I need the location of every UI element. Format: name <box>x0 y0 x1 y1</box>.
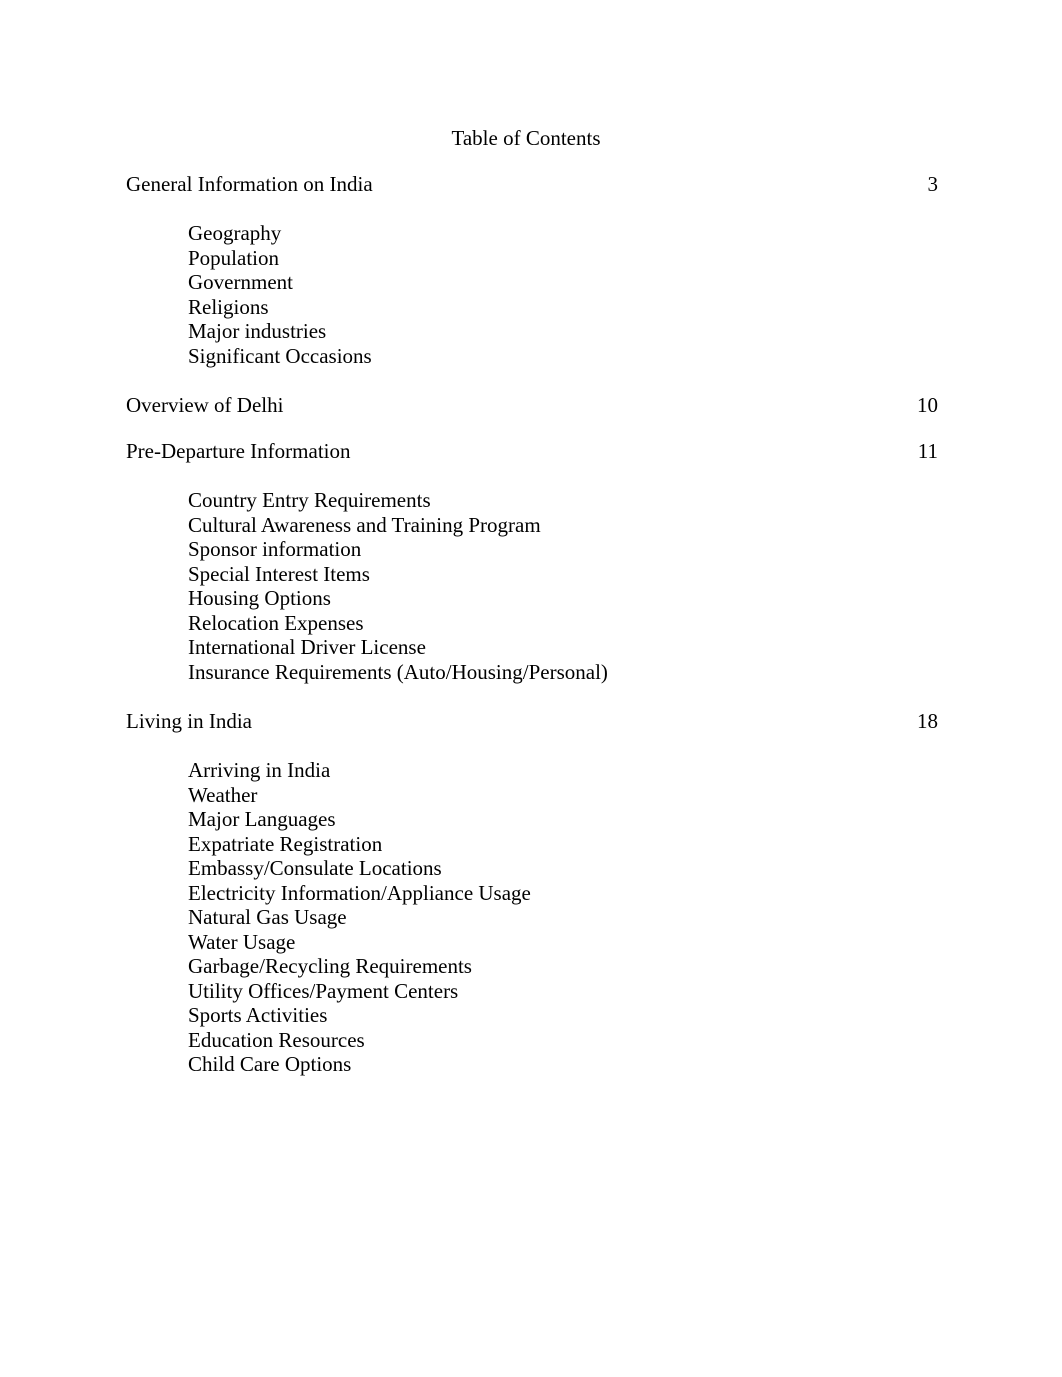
toc-subitem[interactable]: Natural Gas Usage <box>126 905 938 930</box>
toc-subitem-list: Geography Population Government Religions Ma… <box>126 221 938 368</box>
toc-section-row[interactable]: General Information on India 3 <box>126 172 938 197</box>
toc-section-row[interactable]: Living in India 18 <box>126 709 938 734</box>
toc-section-title: Pre-Departure Information <box>126 439 351 463</box>
toc-section-page-number: 11 <box>917 439 938 463</box>
toc-subitem[interactable]: Utility Offices/Payment Centers <box>126 979 938 1004</box>
toc-subitem[interactable]: Arriving in India <box>126 758 938 783</box>
toc-subitem[interactable]: International Driver License <box>126 635 938 660</box>
toc-subitem[interactable]: Population <box>126 246 938 271</box>
toc-subitem[interactable]: Child Care Options <box>126 1052 938 1077</box>
toc-subitem[interactable]: Education Resources <box>126 1028 938 1053</box>
toc-subitem[interactable]: Government <box>126 270 938 295</box>
toc-subitem[interactable]: Electricity Information/Appliance Usage <box>126 881 938 906</box>
toc-section: Overview of Delhi 10 <box>126 393 938 418</box>
toc-subitem[interactable]: Cultural Awareness and Training Program <box>126 513 938 538</box>
table-of-contents-list: General Information on India 3 Geography Po… <box>126 172 938 1077</box>
toc-subitem[interactable]: Significant Occasions <box>126 344 938 369</box>
toc-subitem[interactable]: Insurance Requirements (Auto/Housing/Per… <box>126 660 938 685</box>
toc-subitem[interactable]: Special Interest Items <box>126 562 938 587</box>
toc-subitem[interactable]: Garbage/Recycling Requirements <box>126 954 938 979</box>
toc-subitem-list: Country Entry Requirements Cultural Aware… <box>126 488 938 684</box>
toc-subitem[interactable]: Housing Options <box>126 586 938 611</box>
toc-section-title: General Information on India <box>126 172 373 196</box>
toc-subitem[interactable]: Major Languages <box>126 807 938 832</box>
toc-subitem-list: Arriving in India Weather Major Languages E… <box>126 758 938 1077</box>
document-page: Table of Contents General Information on… <box>0 0 1062 1377</box>
spacer <box>126 684 938 709</box>
toc-subitem[interactable]: Sports Activities <box>126 1003 938 1028</box>
toc-subitem[interactable]: Relocation Expenses <box>126 611 938 636</box>
toc-subitem[interactable]: Geography <box>126 221 938 246</box>
toc-subitem[interactable]: Embassy/Consulate Locations <box>126 856 938 881</box>
toc-subitem[interactable]: Expatriate Registration <box>126 832 938 857</box>
toc-section: Pre-Departure Information 11 Country Entry… <box>126 439 938 684</box>
toc-section-row[interactable]: Pre-Departure Information 11 <box>126 439 938 464</box>
spacer <box>126 368 938 393</box>
toc-section-title: Living in India <box>126 709 252 733</box>
toc-subitem[interactable]: Water Usage <box>126 930 938 955</box>
toc-section: Living in India 18 Arriving in India Weathe… <box>126 709 938 1077</box>
toc-subitem[interactable]: Sponsor information <box>126 537 938 562</box>
toc-section: General Information on India 3 Geography Po… <box>126 172 938 368</box>
toc-subitem[interactable]: Country Entry Requirements <box>126 488 938 513</box>
toc-section-page-number: 10 <box>917 393 938 417</box>
toc-section-page-number: 3 <box>927 172 939 196</box>
toc-subitem[interactable]: Major industries <box>126 319 938 344</box>
spacer <box>126 418 938 439</box>
page-title: Table of Contents <box>451 126 601 150</box>
page-content: Table of Contents General Information on… <box>126 0 938 1077</box>
toc-subitem[interactable]: Weather <box>126 783 938 808</box>
toc-section-title: Overview of Delhi <box>126 393 284 417</box>
toc-subitem[interactable]: Religions <box>126 295 938 320</box>
toc-section-row[interactable]: Overview of Delhi 10 <box>126 393 938 418</box>
toc-section-page-number: 18 <box>917 709 938 733</box>
